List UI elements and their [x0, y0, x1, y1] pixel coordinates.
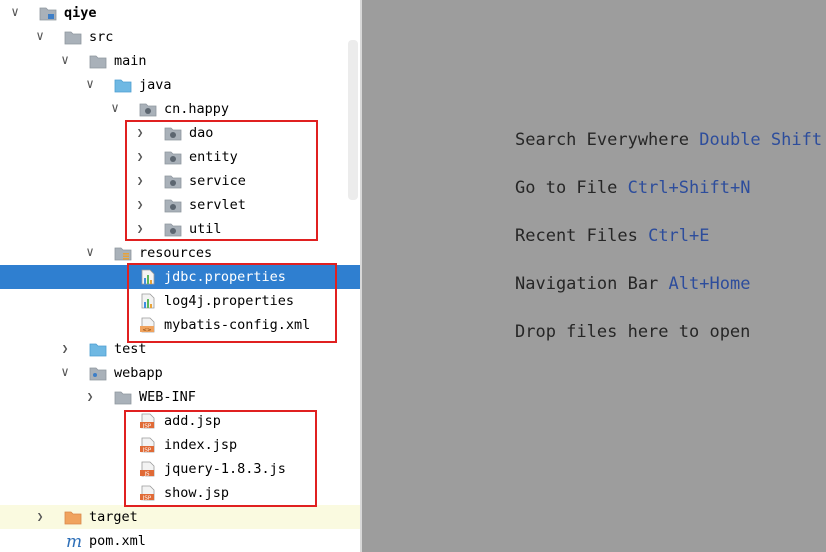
- annotation-box-webapp-files: [124, 410, 317, 507]
- tree-row-src[interactable]: ∨ src: [0, 25, 360, 49]
- tree-row-label: webapp: [114, 365, 163, 381]
- chevron-down-icon[interactable]: ∨: [108, 97, 122, 121]
- chevron-right-icon[interactable]: ❯: [83, 385, 97, 409]
- tree-row-web-inf[interactable]: ❯ WEB-INF: [0, 385, 360, 409]
- hint-text: Recent Files: [515, 226, 638, 246]
- tree-row-label: main: [114, 53, 147, 69]
- chevron-down-icon[interactable]: ∨: [33, 25, 47, 49]
- hint-shortcut: Alt+Home: [668, 274, 751, 294]
- tree-row-java[interactable]: ∨ java: [0, 73, 360, 97]
- folder-icon: [89, 53, 107, 69]
- folder-icon: [64, 29, 82, 45]
- hint-shortcut: Double Shift: [699, 130, 823, 150]
- hint-drop-files: Drop files here to open: [515, 322, 750, 342]
- tree-row-qiye[interactable]: ∨ qiye: [0, 1, 360, 25]
- annotation-box-packages: [125, 120, 318, 241]
- tree-row-label: pom.xml: [89, 533, 146, 549]
- tree-row-cn-happy[interactable]: ∨ cn.happy: [0, 97, 360, 121]
- chevron-down-icon[interactable]: ∨: [83, 241, 97, 265]
- tree-row-main[interactable]: ∨ main: [0, 49, 360, 73]
- tree-row-target[interactable]: ❯ target: [0, 505, 360, 529]
- tree-row-label: java: [139, 77, 172, 93]
- hint-go-to-file: Go to File Ctrl+Shift+N: [515, 178, 750, 198]
- hint-text: Drop files here to open: [515, 322, 751, 342]
- tree-row-webapp[interactable]: ∨ webapp: [0, 361, 360, 385]
- hint-text: Search Everywhere: [515, 130, 689, 150]
- tree-row-label: src: [89, 29, 114, 45]
- maven-icon: m: [64, 532, 82, 552]
- annotation-box-resources: [127, 263, 337, 343]
- web-folder-icon: [89, 365, 107, 381]
- tree-row-resources[interactable]: ∨ resources: [0, 241, 360, 265]
- chevron-down-icon[interactable]: ∨: [83, 73, 97, 97]
- tree-scrollbar[interactable]: [348, 40, 358, 200]
- tree-row-label: cn.happy: [164, 101, 230, 117]
- chevron-right-icon[interactable]: ❯: [58, 337, 72, 361]
- hint-shortcut: Ctrl+Shift+N: [627, 178, 751, 198]
- hint-navigation-bar: Navigation Bar Alt+Home: [515, 274, 750, 294]
- folder-icon: [114, 389, 132, 405]
- chevron-down-icon[interactable]: ∨: [8, 1, 22, 25]
- source-folder-icon: [114, 77, 132, 93]
- hint-search-everywhere: Search Everywhere Double Shift: [515, 130, 822, 150]
- chevron-right-icon[interactable]: ❯: [33, 505, 47, 529]
- hint-shortcut: Ctrl+E: [648, 226, 710, 246]
- tree-row-label: qiye: [64, 5, 97, 21]
- package-icon: [139, 101, 157, 117]
- hint-text: Navigation Bar: [515, 274, 659, 294]
- tree-row-label: resources: [139, 245, 213, 261]
- chevron-down-icon[interactable]: ∨: [58, 361, 72, 385]
- hint-recent-files: Recent Files Ctrl+E: [515, 226, 710, 246]
- chevron-down-icon[interactable]: ∨: [58, 49, 72, 73]
- resources-folder-icon: [114, 245, 132, 261]
- editor-empty-area[interactable]: Search Everywhere Double Shift Go to Fil…: [362, 0, 826, 552]
- tree-row-pom-xml[interactable]: m pom.xml: [0, 529, 360, 552]
- excluded-folder-icon: [64, 509, 82, 525]
- svg-text:m: m: [66, 533, 82, 549]
- tree-row-label: WEB-INF: [139, 389, 196, 405]
- hint-text: Go to File: [515, 178, 618, 198]
- tree-row-label: target: [89, 509, 138, 525]
- folder-module-icon: [39, 5, 57, 21]
- test-folder-icon: [89, 341, 107, 357]
